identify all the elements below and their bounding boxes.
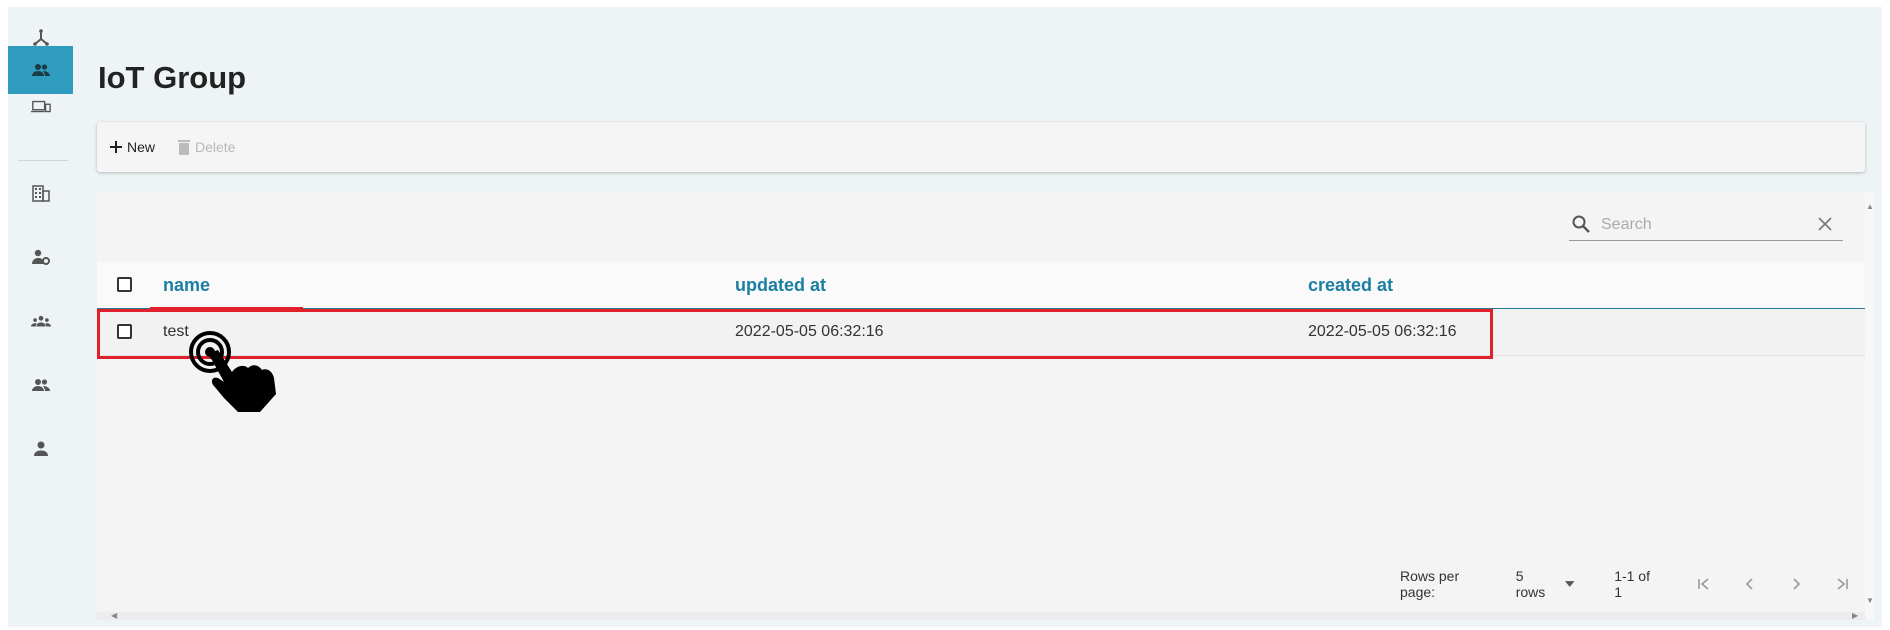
- trash-icon: [178, 140, 190, 155]
- vertical-scrollbar[interactable]: ▲ ▼: [1865, 192, 1874, 620]
- delete-button-label: Delete: [195, 139, 236, 155]
- cell-updated-at: 2022-05-05 06:32:16: [735, 323, 884, 340]
- close-icon[interactable]: [1817, 216, 1833, 232]
- chevron-right-icon: [1793, 578, 1801, 590]
- sidebar-item-groups[interactable]: [8, 361, 73, 409]
- table-row[interactable]: test 2022-05-05 06:32:16 2022-05-05 06:3…: [97, 309, 1865, 356]
- network-icon: [32, 29, 49, 46]
- first-page-icon: [1698, 578, 1709, 590]
- caret-down-icon: [1564, 581, 1575, 587]
- prev-page-button[interactable]: [1727, 577, 1773, 591]
- column-header-created-at[interactable]: created at: [1308, 262, 1393, 308]
- column-header-name[interactable]: name: [163, 262, 210, 308]
- user-settings-icon: [31, 249, 50, 265]
- team-icon: [30, 315, 51, 327]
- search-input[interactable]: [1599, 212, 1803, 238]
- cell-created-at: 2022-05-05 06:32:16: [1308, 323, 1457, 340]
- rows-per-page-label: Rows per page:: [1400, 568, 1460, 600]
- last-page-icon: [1837, 578, 1848, 590]
- toolbar: New Delete: [97, 122, 1865, 172]
- new-button[interactable]: New: [109, 122, 155, 172]
- scroll-up-icon[interactable]: ▲: [1866, 202, 1874, 211]
- pagination: Rows per page: 5 rows 1-1 of 1: [1400, 568, 1865, 600]
- first-page-button[interactable]: [1682, 577, 1728, 591]
- people-icon: [31, 379, 50, 391]
- scroll-down-icon[interactable]: ▼: [1866, 596, 1874, 605]
- sidebar-item-account[interactable]: [8, 425, 73, 473]
- page-range: 1-1 of 1: [1614, 568, 1650, 600]
- scroll-left-icon[interactable]: ◀: [111, 611, 117, 620]
- scroll-right-icon[interactable]: ▶: [1852, 611, 1858, 620]
- sidebar-item-user-settings[interactable]: [8, 233, 73, 281]
- sidebar-item-teams[interactable]: [8, 297, 73, 345]
- building-icon: [31, 185, 50, 202]
- new-button-label: New: [127, 139, 156, 155]
- cell-name: test: [163, 323, 189, 340]
- devices-icon: [30, 100, 51, 113]
- delete-button[interactable]: Delete: [177, 122, 235, 172]
- horizontal-scrollbar[interactable]: ◀ ▶: [97, 611, 1865, 620]
- next-page-button[interactable]: [1773, 577, 1819, 591]
- sidebar-item-devices[interactable]: [8, 83, 73, 131]
- select-all-checkbox[interactable]: [117, 277, 132, 292]
- person-icon: [33, 441, 48, 456]
- search-box: [1569, 210, 1843, 241]
- sidebar-item-organization[interactable]: [8, 169, 73, 217]
- chevron-left-icon: [1746, 578, 1753, 590]
- last-page-button[interactable]: [1819, 577, 1865, 591]
- table-card: name updated at created at test 2022-05-…: [97, 192, 1865, 620]
- search-icon: [1572, 215, 1590, 233]
- sidebar: [8, 7, 73, 627]
- rows-per-page-select[interactable]: 5 rows: [1516, 568, 1575, 600]
- table-header: name updated at created at: [97, 262, 1865, 309]
- group-icon: [31, 64, 50, 76]
- page-title: IoT Group: [98, 60, 247, 95]
- column-header-updated-at[interactable]: updated at: [735, 262, 826, 308]
- plus-icon: [110, 141, 122, 153]
- rows-per-page-value: 5 rows: [1515, 568, 1546, 600]
- row-checkbox[interactable]: [117, 324, 132, 339]
- sidebar-divider: [18, 160, 68, 161]
